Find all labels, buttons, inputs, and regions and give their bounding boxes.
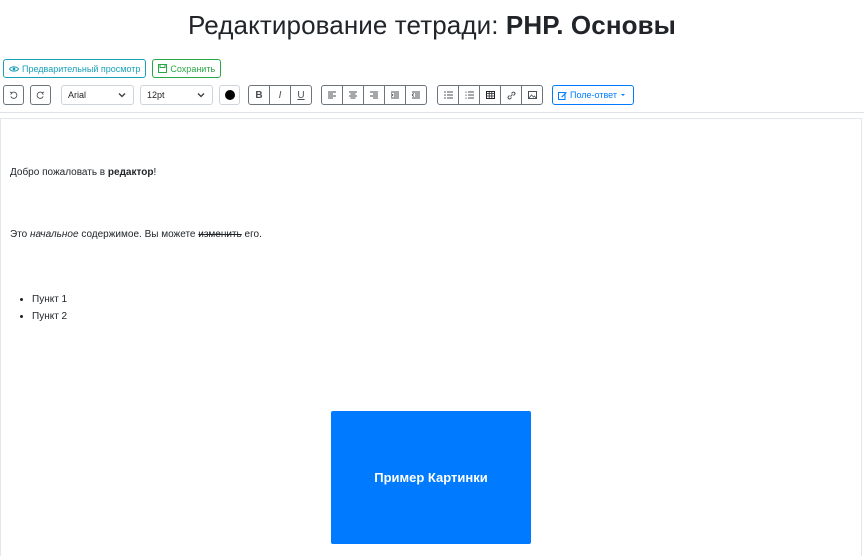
indent-button[interactable] bbox=[384, 85, 406, 105]
font-family-select[interactable]: Arial bbox=[61, 85, 134, 105]
example-image[interactable]: Пример Картинки bbox=[331, 411, 531, 544]
align-center-icon bbox=[349, 91, 357, 99]
table-button[interactable] bbox=[479, 85, 501, 105]
redo-button[interactable] bbox=[30, 85, 51, 105]
save-icon bbox=[158, 64, 168, 73]
list-item: Пункт 1 bbox=[32, 291, 67, 308]
editor-content[interactable]: Добро пожаловать в редактор! Это начальн… bbox=[0, 118, 862, 556]
preview-label: Предварительный просмотр bbox=[22, 63, 141, 74]
text-color-picker[interactable] bbox=[219, 85, 240, 105]
preview-button[interactable]: Предварительный просмотр bbox=[3, 59, 147, 78]
answer-field-button[interactable]: Поле-ответ bbox=[552, 85, 634, 105]
p1-prefix: Добро пожаловать в bbox=[10, 167, 108, 178]
font-family-value: Arial bbox=[68, 90, 87, 100]
align-right-button[interactable] bbox=[363, 85, 385, 105]
p1-bold: редактор bbox=[107, 167, 154, 178]
answer-field-label: Поле-ответ bbox=[570, 90, 617, 100]
numbered-list-icon bbox=[465, 91, 474, 99]
info-paragraph: Это начальное содержимое. Вы можете изме… bbox=[10, 229, 262, 240]
italic-label: I bbox=[278, 89, 282, 101]
table-icon bbox=[485, 91, 495, 99]
chevron-down-icon bbox=[197, 93, 205, 98]
undo-icon bbox=[9, 91, 18, 99]
redo-icon bbox=[36, 91, 45, 99]
outdent-icon bbox=[412, 91, 420, 99]
image-label: Пример Картинки bbox=[374, 470, 488, 485]
bullet-list: Пункт 1 Пункт 2 bbox=[10, 291, 67, 325]
image-button[interactable] bbox=[521, 85, 543, 105]
p1-suffix: ! bbox=[153, 167, 157, 178]
align-center-button[interactable] bbox=[342, 85, 364, 105]
link-icon bbox=[507, 91, 515, 99]
top-actions: Предварительный просмотр Сохранить bbox=[3, 59, 222, 78]
font-size-select[interactable]: 12pt bbox=[140, 85, 213, 105]
align-left-icon bbox=[328, 91, 336, 99]
bullet-list-button[interactable] bbox=[437, 85, 459, 105]
underline-button[interactable]: U bbox=[290, 85, 312, 105]
edit-icon bbox=[558, 91, 567, 100]
undo-button[interactable] bbox=[3, 85, 24, 105]
page-title: Редактирование тетради: PHP. Основы bbox=[0, 10, 864, 41]
insert-group bbox=[437, 85, 543, 105]
p2-suffix: его. bbox=[241, 229, 262, 240]
caret-down-icon bbox=[620, 94, 625, 96]
p2-middle: содержимое. Вы можете bbox=[78, 229, 199, 240]
eye-icon bbox=[9, 65, 19, 72]
numbered-list-button[interactable] bbox=[458, 85, 480, 105]
format-group: B I U bbox=[248, 85, 312, 105]
p2-prefix: Это bbox=[10, 229, 30, 240]
list-item: Пункт 2 bbox=[32, 308, 67, 325]
color-swatch bbox=[224, 90, 235, 100]
indent-icon bbox=[391, 91, 399, 99]
p2-strike: изменить bbox=[198, 229, 242, 240]
p2-italic: начальное bbox=[30, 229, 79, 240]
image-icon bbox=[527, 91, 537, 99]
outdent-button[interactable] bbox=[405, 85, 427, 105]
save-label: Сохранить bbox=[170, 63, 216, 74]
editor-toolbar: Arial 12pt B I U Поле-ответ bbox=[0, 84, 864, 113]
notebook-name: PHP. Основы bbox=[505, 10, 676, 40]
font-size-value: 12pt bbox=[147, 90, 165, 100]
italic-button[interactable]: I bbox=[269, 85, 291, 105]
align-right-icon bbox=[370, 91, 378, 99]
link-button[interactable] bbox=[500, 85, 522, 105]
bold-label: B bbox=[255, 89, 263, 101]
underline-label: U bbox=[297, 89, 305, 101]
welcome-paragraph: Добро пожаловать в редактор! bbox=[10, 167, 156, 178]
bold-button[interactable]: B bbox=[248, 85, 270, 105]
align-group bbox=[321, 85, 427, 105]
chevron-down-icon bbox=[118, 93, 126, 98]
bullet-list-icon bbox=[443, 91, 453, 99]
save-button[interactable]: Сохранить bbox=[152, 59, 222, 78]
title-prefix: Редактирование тетради: bbox=[188, 10, 506, 40]
align-left-button[interactable] bbox=[321, 85, 343, 105]
